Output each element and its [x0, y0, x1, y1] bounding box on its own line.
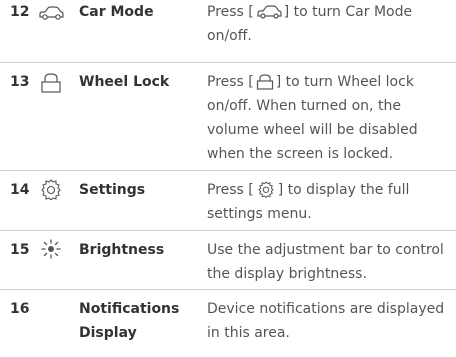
table-row: 13 Wheel Lock Press [ ] to turn Wheel lo… — [0, 64, 456, 171]
feature-table: 12 Car Mode Press [ ] to turn Car Mode o… — [0, 0, 456, 357]
gear-icon — [256, 180, 276, 198]
desc-text: Press [ — [207, 74, 254, 90]
gear-icon — [38, 178, 64, 200]
row-number: 15 — [10, 242, 30, 258]
feature-description: Press [ ] to display the full settings m… — [207, 178, 451, 226]
car-icon — [38, 2, 64, 24]
desc-text: Press [ — [207, 4, 254, 20]
lock-icon — [256, 74, 274, 90]
table-row: 14 Settings Press [ ] to display the ful… — [0, 172, 456, 231]
table-row: 15 Brightness Use the adjustment bar to … — [0, 232, 456, 290]
feature-name: Wheel Lock — [79, 74, 170, 90]
row-number: 12 — [10, 4, 30, 20]
desc-text: Press [ — [207, 182, 254, 198]
row-number: 16 — [10, 301, 30, 317]
feature-description: Press [ ] to turn Wheel lock on/off. Whe… — [207, 70, 451, 166]
sun-icon — [38, 238, 64, 260]
feature-name: Car Mode — [79, 4, 154, 20]
row-number: 14 — [10, 182, 30, 198]
feature-name: Brightness — [79, 242, 165, 258]
lock-icon — [38, 72, 64, 94]
row-number: 13 — [10, 74, 30, 90]
feature-name: Settings — [79, 182, 146, 198]
car-icon — [256, 4, 282, 20]
feature-description: Press [ ] to turn Car Mode on/off. — [207, 0, 451, 48]
feature-name: Notifications Display — [79, 301, 180, 341]
feature-description: Use the adjustment bar to control the di… — [207, 238, 451, 286]
desc-text: Use the adjustment bar to control the di… — [207, 242, 444, 282]
feature-description: Device notifications are displayed in th… — [207, 297, 451, 345]
desc-text: Device notifications are displayed in th… — [207, 301, 445, 341]
table-row: 16 Notifications Display Device notifica… — [0, 291, 456, 357]
table-row: 12 Car Mode Press [ ] to turn Car Mode o… — [0, 0, 456, 63]
